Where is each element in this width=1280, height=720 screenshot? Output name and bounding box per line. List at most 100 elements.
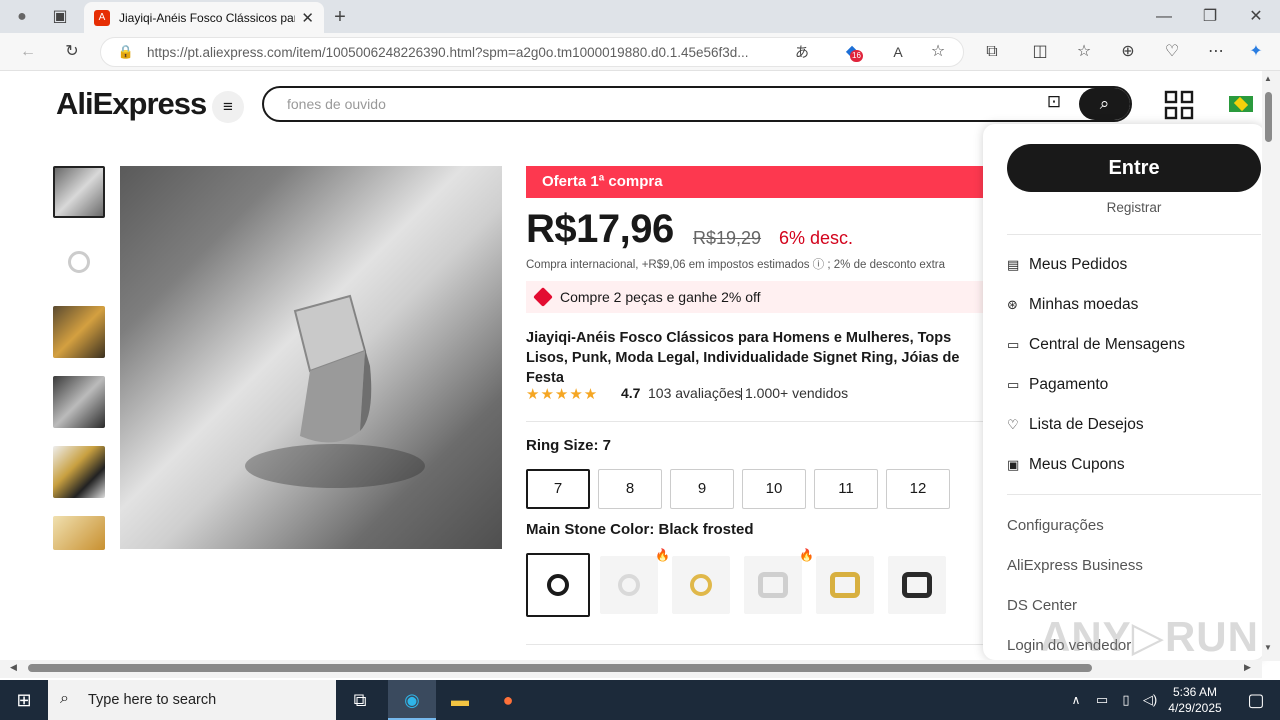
more-menu-icon[interactable]: ⋯ (1202, 37, 1230, 67)
lock-icon[interactable]: 🔒 (112, 37, 140, 67)
thumbnail-6[interactable] (53, 516, 105, 550)
product-title: Jiayiqi-Anéis Fosco Clássicos para Homen… (526, 330, 960, 386)
qr-code-icon[interactable] (1164, 90, 1194, 120)
scroll-up-icon[interactable]: ▲ (1264, 74, 1272, 83)
tab-title: Jiayiqi-Anéis Fosco Clássicos par (119, 10, 296, 25)
color-swatch[interactable] (672, 556, 730, 614)
extensions-icon[interactable]: ⧉ (978, 37, 1006, 67)
url-field[interactable]: https://pt.aliexpress.com/item/100500624… (100, 37, 964, 67)
windows-start-icon[interactable]: ⊞ (0, 680, 48, 720)
hot-icon: 🔥 (655, 548, 670, 562)
horizontal-scroll-thumb[interactable] (28, 664, 1092, 672)
color-swatch[interactable] (888, 556, 946, 614)
clipboard-icon: ▤ (1007, 257, 1020, 272)
vertical-scrollbar[interactable] (1262, 71, 1280, 661)
message-icon: ▭ (1007, 337, 1020, 352)
menu-item-orders[interactable]: ▤ Meus Pedidos (1007, 256, 1127, 274)
tab-actions-icon[interactable]: ▣ (46, 2, 74, 32)
firefox-icon[interactable]: ● (484, 680, 532, 720)
menu-item-payment[interactable]: ▭ Pagamento (1007, 376, 1108, 394)
size-option[interactable]: 12 (886, 469, 950, 509)
size-option[interactable]: 11 (814, 469, 878, 509)
network-tray-icon[interactable]: ▭ (1090, 680, 1114, 720)
taskbar-search[interactable]: Type here to search (48, 680, 336, 720)
menu-item-label: Meus Cupons (1029, 456, 1125, 473)
scroll-left-icon[interactable]: ◀ (10, 662, 17, 673)
volume-tray-icon[interactable]: ◁) (1138, 680, 1162, 720)
login-button[interactable]: Entre (1007, 144, 1261, 192)
menu-item-messages[interactable]: ▭ Central de Mensagens (1007, 336, 1185, 354)
rating-stars: ★★★★★ (526, 386, 599, 403)
favorite-star-icon[interactable]: ☆ (924, 37, 952, 67)
profile-icon[interactable]: ● (8, 2, 36, 32)
search-placeholder: fones de ouvido (287, 96, 386, 112)
collections-icon[interactable]: ⊕ (1114, 37, 1142, 67)
size-option[interactable]: 8 (598, 469, 662, 509)
file-explorer-icon[interactable]: ▬ (436, 680, 484, 720)
color-swatch[interactable] (744, 556, 802, 614)
color-swatch[interactable] (816, 556, 874, 614)
clock-time: 5:36 AM (1172, 685, 1218, 699)
thumbnail-1[interactable] (53, 166, 105, 218)
color-swatch[interactable] (526, 553, 590, 617)
refresh-icon[interactable]: ↻ (58, 37, 86, 67)
coupon-icon: ▣ (1007, 457, 1020, 472)
thumbnail-5[interactable] (53, 446, 105, 498)
brazil-flag-icon[interactable] (1229, 96, 1253, 112)
size-option[interactable]: 10 (742, 469, 806, 509)
sold-count: 1.000+ vendidos (745, 385, 849, 401)
menu-item-coins[interactable]: ⊛ Minhas moedas (1007, 296, 1138, 314)
favorites-icon[interactable]: ☆ (1070, 37, 1098, 67)
vertical-scroll-thumb[interactable] (1265, 92, 1272, 142)
performance-icon[interactable]: ♡ (1158, 37, 1186, 67)
split-screen-icon[interactable]: ◫ (1026, 37, 1054, 67)
thumbnail-2[interactable] (53, 236, 105, 288)
menu-item-label: Central de Mensagens (1029, 336, 1185, 353)
system-clock[interactable]: 5:36 AM 4/29/2025 (1160, 684, 1230, 716)
first-purchase-banner: Oferta 1ª compra (526, 166, 986, 198)
divider (526, 644, 986, 645)
heart-icon: ♡ (1007, 417, 1019, 432)
menu-item-wishlist[interactable]: ♡ Lista de Desejos (1007, 416, 1144, 434)
menu-item-label: Pagamento (1029, 376, 1109, 393)
task-view-icon[interactable]: ⧉ (336, 680, 384, 720)
search-button[interactable]: ⌕ (1079, 88, 1130, 120)
menu-item-coupons[interactable]: ▣ Meus Cupons (1007, 456, 1125, 474)
copilot-icon[interactable]: ✦ (1242, 37, 1270, 67)
restore-icon[interactable]: ❐ (1196, 2, 1224, 32)
back-icon[interactable]: ← (14, 37, 42, 67)
minimize-icon[interactable]: — (1150, 2, 1178, 32)
product-main-image[interactable] (120, 166, 502, 549)
divider (741, 388, 742, 400)
scroll-right-icon[interactable]: ▶ (1244, 662, 1251, 673)
aliexpress-logo[interactable]: AliExpress (56, 86, 207, 122)
size-option[interactable]: 7 (526, 469, 590, 509)
size-option[interactable]: 9 (670, 469, 734, 509)
original-price: R$19,29 (693, 228, 762, 248)
thumbnail-3[interactable] (53, 306, 105, 358)
read-aloud-icon[interactable]: A (884, 37, 912, 67)
scroll-down-icon[interactable]: ▼ (1264, 643, 1272, 652)
menu-link-settings[interactable]: Configurações (1007, 517, 1104, 534)
reviews-link[interactable]: 103 avaliações (648, 385, 741, 401)
image-search-icon[interactable]: ⊡ (1040, 92, 1068, 116)
menu-item-label: Minhas moedas (1029, 296, 1139, 313)
tab-active[interactable]: A Jiayiqi-Anéis Fosco Clássicos par ✕ (84, 2, 324, 33)
taskbar-search-placeholder: Type here to search (88, 692, 217, 708)
edge-taskbar-icon[interactable]: ◉ (388, 680, 436, 720)
menu-link-business[interactable]: AliExpress Business (1007, 557, 1143, 574)
wifi-tray-icon[interactable]: ▯ (1114, 680, 1138, 720)
color-swatch[interactable] (600, 556, 658, 614)
category-menu-icon[interactable]: ≡ (212, 91, 244, 123)
register-link[interactable]: Registrar (1007, 200, 1261, 215)
translate-icon[interactable]: あ (788, 37, 816, 67)
close-tab-icon[interactable]: ✕ (301, 9, 314, 27)
tray-chevron-icon[interactable]: ∧ (1064, 680, 1088, 720)
close-window-icon[interactable]: ✕ (1242, 2, 1270, 32)
thumbnail-4[interactable] (53, 376, 105, 428)
notifications-icon[interactable]: ▢ (1232, 680, 1280, 720)
promo-banner[interactable]: Compre 2 peças e ganhe 2% off (526, 281, 986, 313)
search-icon: ⌕ (60, 690, 69, 707)
search-input[interactable]: fones de ouvido (262, 86, 1132, 122)
new-tab-icon[interactable]: + (326, 2, 354, 32)
